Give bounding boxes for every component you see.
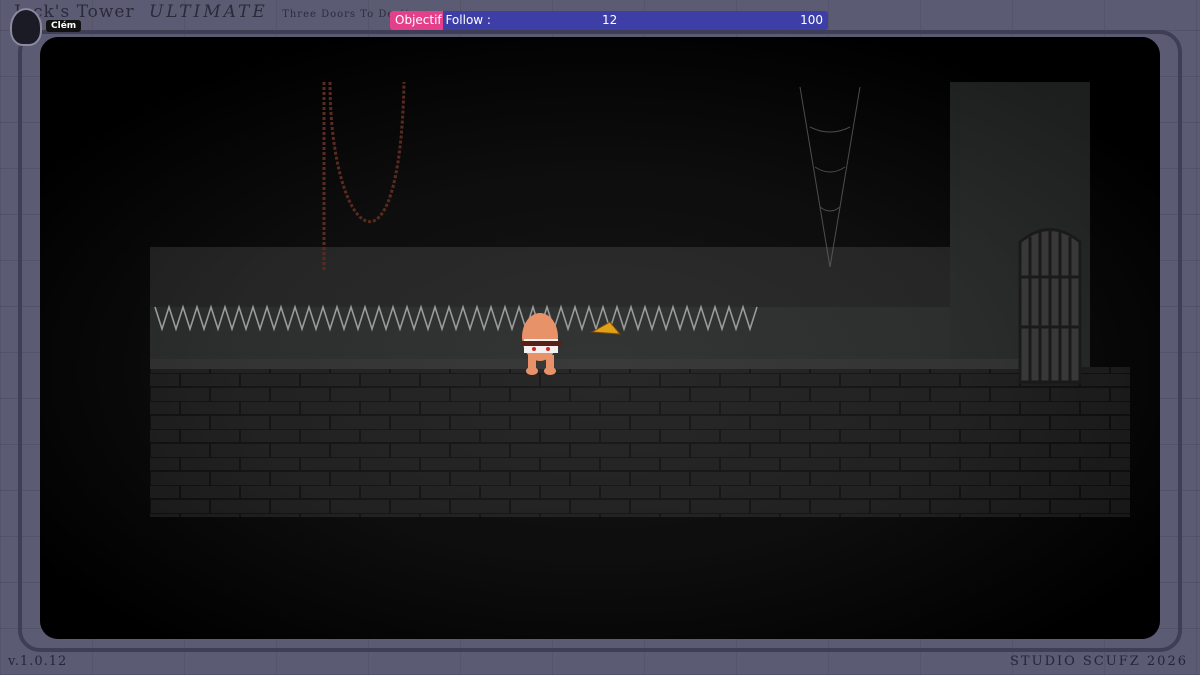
- game-frame: Jack's Tower ULTIMATE Three Doors To Des…: [0, 0, 1200, 675]
- game-viewport[interactable]: [40, 37, 1160, 639]
- dungeon-scene: [40, 37, 1160, 639]
- player-name: Clém: [46, 20, 82, 32]
- objective-label: Objectif Follow :: [395, 13, 491, 27]
- game-mode: ULTIMATE: [148, 2, 268, 22]
- title-main: Tower: [76, 2, 135, 22]
- objective-progress-bar: Objectif Follow : 12 100: [390, 11, 828, 30]
- objective-target: 100: [800, 13, 823, 27]
- objective-current: 12: [602, 13, 618, 27]
- studio-credit: STUDIO SCUFZ 2026: [1010, 654, 1188, 669]
- iron-gate-icon: [1018, 228, 1082, 384]
- hooded-figure-icon[interactable]: [10, 8, 42, 46]
- version-label: v.1.0.12: [8, 654, 68, 669]
- game-title: Jack's Tower ULTIMATE Three Doors To Des…: [14, 2, 424, 22]
